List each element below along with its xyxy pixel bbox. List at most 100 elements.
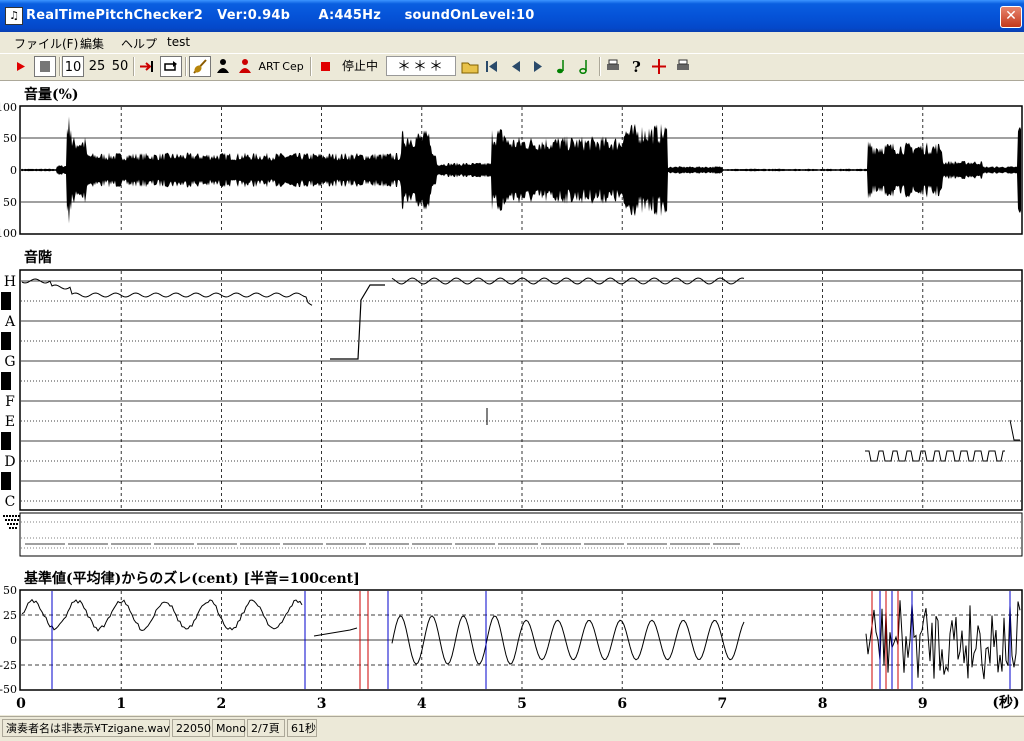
black-key bbox=[1, 432, 11, 450]
cent-tick-label: 25 bbox=[3, 609, 17, 622]
mini-marker bbox=[9, 527, 11, 529]
pitch-note-label: A bbox=[4, 314, 16, 330]
note-outline-icon[interactable] bbox=[575, 56, 595, 77]
pitch-note-label: C bbox=[5, 494, 16, 510]
music-note-icon[interactable]: ♫ bbox=[5, 7, 23, 25]
violin-icon[interactable] bbox=[189, 56, 211, 77]
black-key bbox=[1, 372, 11, 390]
open-folder-icon[interactable] bbox=[460, 56, 480, 77]
print-icon[interactable] bbox=[673, 56, 693, 77]
mini-marker bbox=[12, 527, 14, 529]
first-page-icon[interactable] bbox=[482, 56, 502, 77]
mini-marker bbox=[5, 519, 7, 521]
status-channels: Mono bbox=[212, 719, 246, 737]
cep-button[interactable]: Cep bbox=[282, 56, 304, 77]
time-tick-label: 2 bbox=[217, 696, 227, 712]
stop-status-label: 停止中 bbox=[341, 59, 378, 73]
title-bar: ♫ RealTimePitchChecker2 Ver:0.94b A:445H… bbox=[0, 0, 1024, 32]
menu-file[interactable]: ファイル(F) bbox=[14, 35, 78, 52]
jump-to-end-icon[interactable] bbox=[137, 56, 157, 77]
pitch-trace-low bbox=[865, 450, 1005, 462]
person-icon[interactable] bbox=[213, 56, 233, 77]
loop-icon[interactable] bbox=[160, 56, 182, 77]
pitch-trace bbox=[21, 278, 313, 306]
mini-marker bbox=[12, 515, 14, 517]
black-key bbox=[1, 472, 11, 490]
volume-waveform bbox=[21, 116, 1021, 224]
mini-marker bbox=[6, 515, 8, 517]
mini-marker bbox=[3, 515, 5, 517]
menu-bar: ファイル(F) 編集 ヘルプ test bbox=[0, 32, 1024, 52]
art-button[interactable]: ART bbox=[258, 56, 280, 77]
mini-marker bbox=[15, 527, 17, 529]
status-bar: 演奏者名は非表示¥Tzigane.wav 22050 Mono 2/7頁 61秒 bbox=[0, 716, 1024, 741]
pitch-title: 音階 bbox=[24, 249, 52, 266]
grid-lines bbox=[21, 107, 1021, 689]
note-green-icon[interactable] bbox=[552, 56, 572, 77]
menu-test[interactable]: test bbox=[167, 35, 190, 49]
time-tick-label: 8 bbox=[818, 696, 828, 712]
crosshair-icon[interactable] bbox=[649, 56, 669, 77]
window-title: RealTimePitchChecker2 Ver:0.94b A:445Hz … bbox=[26, 8, 535, 23]
graph-canvas[interactable]: 音量(%) 音階 基準値(平均律)からのズレ(cent) [半音=100cent… bbox=[0, 81, 1024, 715]
cent-title: 基準値(平均律)からのズレ(cent) [半音=100cent] bbox=[24, 570, 360, 587]
svg-text:?: ? bbox=[632, 58, 641, 76]
printer-icon[interactable] bbox=[603, 56, 623, 77]
record-stop-icon[interactable] bbox=[316, 56, 336, 77]
cent-trace-mid bbox=[313, 627, 358, 637]
mini-marker bbox=[8, 519, 10, 521]
prev-page-icon[interactable] bbox=[506, 56, 526, 77]
time-tick-label: 4 bbox=[417, 696, 427, 712]
mini-panel-frame bbox=[19, 512, 1023, 557]
mini-marker bbox=[10, 523, 12, 525]
volume-tick-label: 100 bbox=[0, 101, 17, 114]
menu-edit[interactable]: 編集 bbox=[80, 35, 104, 52]
pitch-note-label: G bbox=[4, 354, 15, 370]
mini-marker bbox=[17, 519, 19, 521]
volume-tick-label: 50 bbox=[3, 196, 17, 209]
speed-50-button[interactable]: 50 bbox=[109, 56, 131, 77]
time-tick-label: 0 bbox=[16, 696, 26, 712]
toolbar: 10 25 50 ART Cep 停止中 ＊＊＊ ? bbox=[0, 53, 1024, 81]
pitch-note-label: F bbox=[5, 394, 15, 410]
person-red-icon[interactable] bbox=[235, 56, 255, 77]
time-tick-label: 5 bbox=[517, 696, 527, 712]
pitch-trace-jump bbox=[330, 284, 385, 360]
pitch-panel-frame bbox=[19, 269, 1023, 511]
pitch-note-label: H bbox=[4, 274, 16, 290]
status-page: 2/7頁 bbox=[247, 719, 285, 737]
black-key bbox=[1, 292, 11, 310]
status-rate: 22050 bbox=[172, 719, 211, 737]
mini-marker bbox=[7, 523, 9, 525]
time-tick-label: 1 bbox=[116, 696, 126, 712]
status-duration: 61秒 bbox=[287, 719, 317, 737]
note-display: ＊＊＊ bbox=[386, 56, 456, 76]
volume-tick-label: 0 bbox=[10, 164, 17, 177]
mini-marker bbox=[13, 523, 15, 525]
volume-tick-label: 100 bbox=[0, 227, 17, 240]
close-button[interactable]: ✕ bbox=[1000, 6, 1022, 28]
pitch-end bbox=[1009, 419, 1020, 441]
speed-10-button[interactable]: 10 bbox=[62, 56, 84, 77]
time-unit-label: (秒) bbox=[992, 694, 1019, 711]
time-tick-label: 9 bbox=[918, 696, 928, 712]
graph-area: 音量(%) 音階 基準値(平均律)からのズレ(cent) [半音=100cent… bbox=[0, 81, 1024, 715]
play-icon[interactable] bbox=[10, 56, 30, 77]
next-page-icon[interactable] bbox=[528, 56, 548, 77]
volume-tick-label: 50 bbox=[3, 132, 17, 145]
pitch-note-label: D bbox=[4, 454, 15, 470]
stop-icon[interactable] bbox=[34, 56, 56, 77]
cent-tick-label: 0 bbox=[10, 634, 17, 647]
mini-marker bbox=[18, 515, 20, 517]
black-key bbox=[1, 332, 11, 350]
help-icon[interactable]: ? bbox=[627, 56, 647, 77]
mini-marker bbox=[15, 515, 17, 517]
cent-tick-label: 50 bbox=[3, 584, 17, 597]
mini-marker bbox=[14, 519, 16, 521]
mini-marker bbox=[11, 519, 13, 521]
time-tick-label: 3 bbox=[317, 696, 327, 712]
menu-help[interactable]: ヘルプ bbox=[121, 35, 157, 52]
speed-25-button[interactable]: 25 bbox=[86, 56, 108, 77]
status-file: 演奏者名は非表示¥Tzigane.wav bbox=[2, 719, 170, 737]
cent-tick-label: -25 bbox=[0, 659, 17, 672]
